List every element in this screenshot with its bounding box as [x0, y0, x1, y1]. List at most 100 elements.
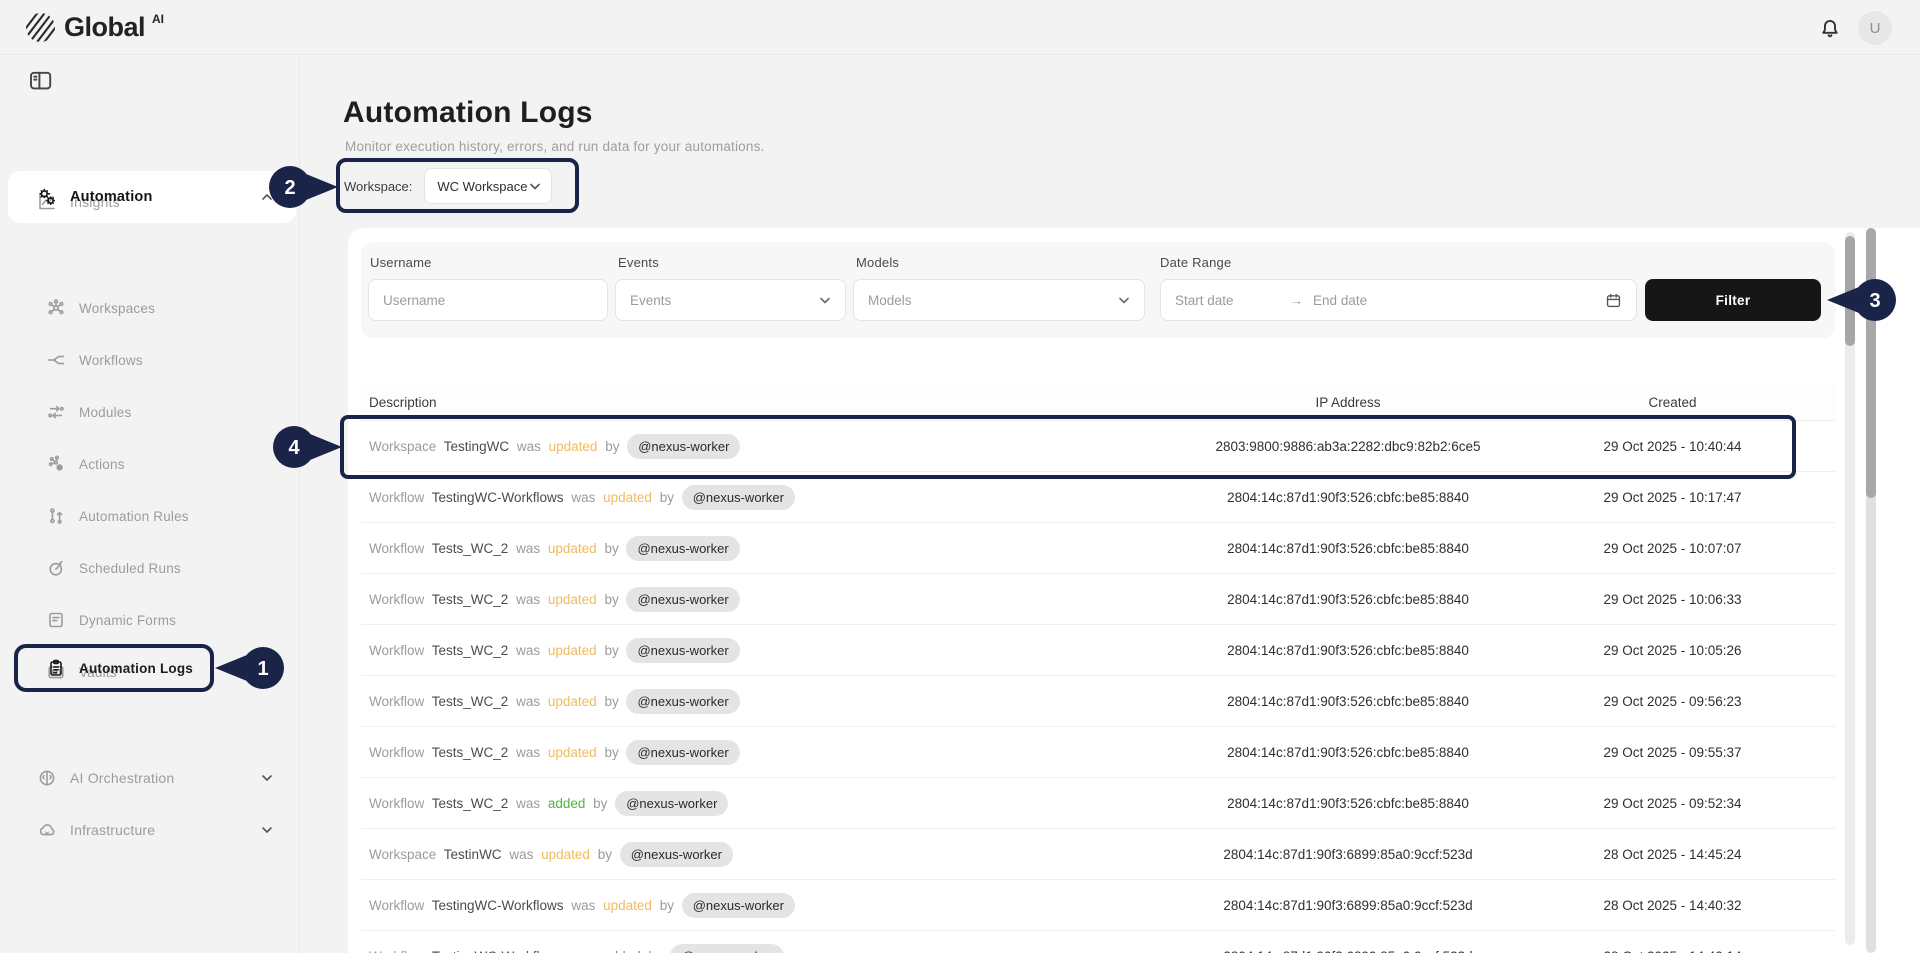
cloud-icon: [37, 820, 57, 840]
description-word: by: [605, 439, 619, 454]
description-word: by: [648, 949, 662, 953]
notifications-bell-icon[interactable]: [1818, 16, 1842, 40]
entity-type: Workflow: [369, 898, 424, 913]
models-select[interactable]: Models: [853, 279, 1145, 321]
user-avatar[interactable]: U: [1858, 11, 1892, 45]
entity-name: Tests_WC_2: [432, 796, 509, 811]
user-badge: @nexus-worker: [682, 893, 795, 918]
entity-name: TestingWC-Workflows: [432, 898, 564, 913]
entity-name: Tests_WC_2: [432, 592, 509, 607]
description-word: was: [517, 439, 541, 454]
sidebar-item-automation-rules[interactable]: Automation Rules: [0, 490, 300, 542]
entity-type: Workflow: [369, 949, 424, 953]
username-input-box: [368, 279, 608, 321]
sidebar-item-ai-orchestration[interactable]: AI Orchestration: [0, 752, 300, 804]
brand-logo: Global AI: [24, 11, 164, 44]
description-word: was: [571, 949, 595, 953]
description-word: by: [604, 745, 618, 760]
globe-sphere-icon: [24, 11, 57, 44]
date-range-picker[interactable]: Start date → End date: [1160, 279, 1637, 321]
chevron-down-icon: [1118, 296, 1130, 305]
description-word: was: [516, 643, 540, 658]
user-badge: @nexus-worker: [626, 638, 739, 663]
action-label: updated: [548, 643, 597, 658]
created-timestamp: 29 Oct 2025 - 09:55:37: [1510, 745, 1835, 760]
workspace-selector: Workspace: WC Workspace: [344, 166, 552, 206]
column-ip-address: IP Address: [1186, 395, 1510, 410]
user-badge: @nexus-worker: [620, 842, 733, 867]
start-date-placeholder: Start date: [1175, 293, 1234, 308]
sidebar-item-infrastructure[interactable]: Infrastructure: [0, 804, 300, 856]
created-timestamp: 29 Oct 2025 - 10:07:07: [1510, 541, 1835, 556]
action-label: updated: [548, 694, 597, 709]
user-badge: @nexus-worker: [627, 434, 740, 459]
username-input[interactable]: [383, 293, 593, 308]
ip-address: 2804:14c:87d1:90f3:6899:85a0:9ccf:523d: [1186, 898, 1510, 913]
created-timestamp: 29 Oct 2025 - 10:06:33: [1510, 592, 1835, 607]
action-label: updated: [541, 847, 590, 862]
column-description: Description: [361, 395, 1186, 410]
table-row: Workflow TestingWC-Workflows was updated…: [361, 472, 1835, 523]
sidebar-item-modules[interactable]: Modules: [0, 386, 300, 438]
created-timestamp: 28 Oct 2025 - 14:40:14: [1510, 949, 1835, 953]
brand-suffix: AI: [152, 12, 164, 26]
description-word: by: [604, 592, 618, 607]
table-row: Workflow TestingWC-Workflows was updated…: [361, 880, 1835, 931]
events-select[interactable]: Events: [615, 279, 846, 321]
action-label: updated: [548, 592, 597, 607]
clipboard-logs-icon: [46, 658, 66, 678]
sidebar-item-dynamic-forms[interactable]: Dynamic Forms: [0, 594, 300, 646]
username-label: Username: [370, 255, 432, 270]
description-word: was: [509, 847, 533, 862]
action-label: updated: [603, 898, 652, 913]
ip-address: 2804:14c:87d1:90f3:526:cbfc:be85:8840: [1186, 796, 1510, 811]
description-word: by: [660, 898, 674, 913]
ip-address: 2804:14c:87d1:90f3:526:cbfc:be85:8840: [1186, 745, 1510, 760]
sidebar-item-actions[interactable]: Actions: [0, 438, 300, 490]
sidebar-item-workspaces[interactable]: Workspaces: [0, 282, 300, 334]
sidebar-item-workflows[interactable]: Workflows: [0, 334, 300, 386]
user-badge: @nexus-worker: [615, 791, 728, 816]
ip-address: 2804:14c:87d1:90f3:526:cbfc:be85:8840: [1186, 694, 1510, 709]
description-word: was: [571, 898, 595, 913]
entity-name: TestingWC-Workflows: [432, 490, 564, 505]
form-document-icon: [46, 610, 66, 630]
page-scrollbar-thumb[interactable]: [1866, 228, 1876, 498]
description-word: was: [516, 541, 540, 556]
models-label: Models: [856, 255, 899, 270]
created-timestamp: 28 Oct 2025 - 14:45:24: [1510, 847, 1835, 862]
top-bar: Global AI U: [0, 0, 1920, 55]
entity-name: Tests_WC_2: [432, 541, 509, 556]
entity-type: Workflow: [369, 490, 424, 505]
content-card: Username Events Models Date Range Events…: [348, 228, 1920, 953]
chevron-down-icon: [260, 823, 274, 837]
sidebar-item-scheduled-runs[interactable]: Scheduled Runs: [0, 542, 300, 594]
description-word: by: [660, 490, 674, 505]
page-title: Automation Logs: [343, 96, 593, 130]
inner-scrollbar-thumb[interactable]: [1845, 236, 1855, 346]
action-cluster-icon: [46, 454, 66, 474]
ip-address: 2804:14c:87d1:90f3:526:cbfc:be85:8840: [1186, 490, 1510, 505]
workspace-select[interactable]: WC Workspace: [424, 168, 552, 204]
table-row: Workflow TestingWC-Workflows was added b…: [361, 931, 1835, 953]
sidebar-item-automation[interactable]: Automation: [0, 171, 300, 223]
action-label: updated: [548, 541, 597, 556]
entity-type: Workflow: [369, 592, 424, 607]
table-row: Workspace TestinWC was updated by @nexus…: [361, 829, 1835, 880]
sidebar-toggle-icon[interactable]: [28, 68, 52, 92]
sidebar-item-automation-logs[interactable]: Automation Logs: [0, 642, 300, 694]
events-label: Events: [618, 255, 659, 270]
action-label: added: [603, 949, 641, 953]
ip-address: 2804:14c:87d1:90f3:526:cbfc:be85:8840: [1186, 541, 1510, 556]
user-badge: @nexus-worker: [626, 740, 739, 765]
action-label: updated: [549, 439, 598, 454]
entity-type: Workspace: [369, 847, 436, 862]
filter-button[interactable]: Filter: [1645, 279, 1821, 321]
entity-name: Tests_WC_2: [432, 694, 509, 709]
brain-icon: [37, 768, 57, 788]
created-timestamp: 29 Oct 2025 - 09:52:34: [1510, 796, 1835, 811]
description-word: by: [604, 541, 618, 556]
created-timestamp: 29 Oct 2025 - 10:40:44: [1510, 439, 1835, 454]
date-range-label: Date Range: [1160, 255, 1231, 270]
table-body: Workspace TestingWC was updated by @nexu…: [361, 421, 1835, 953]
